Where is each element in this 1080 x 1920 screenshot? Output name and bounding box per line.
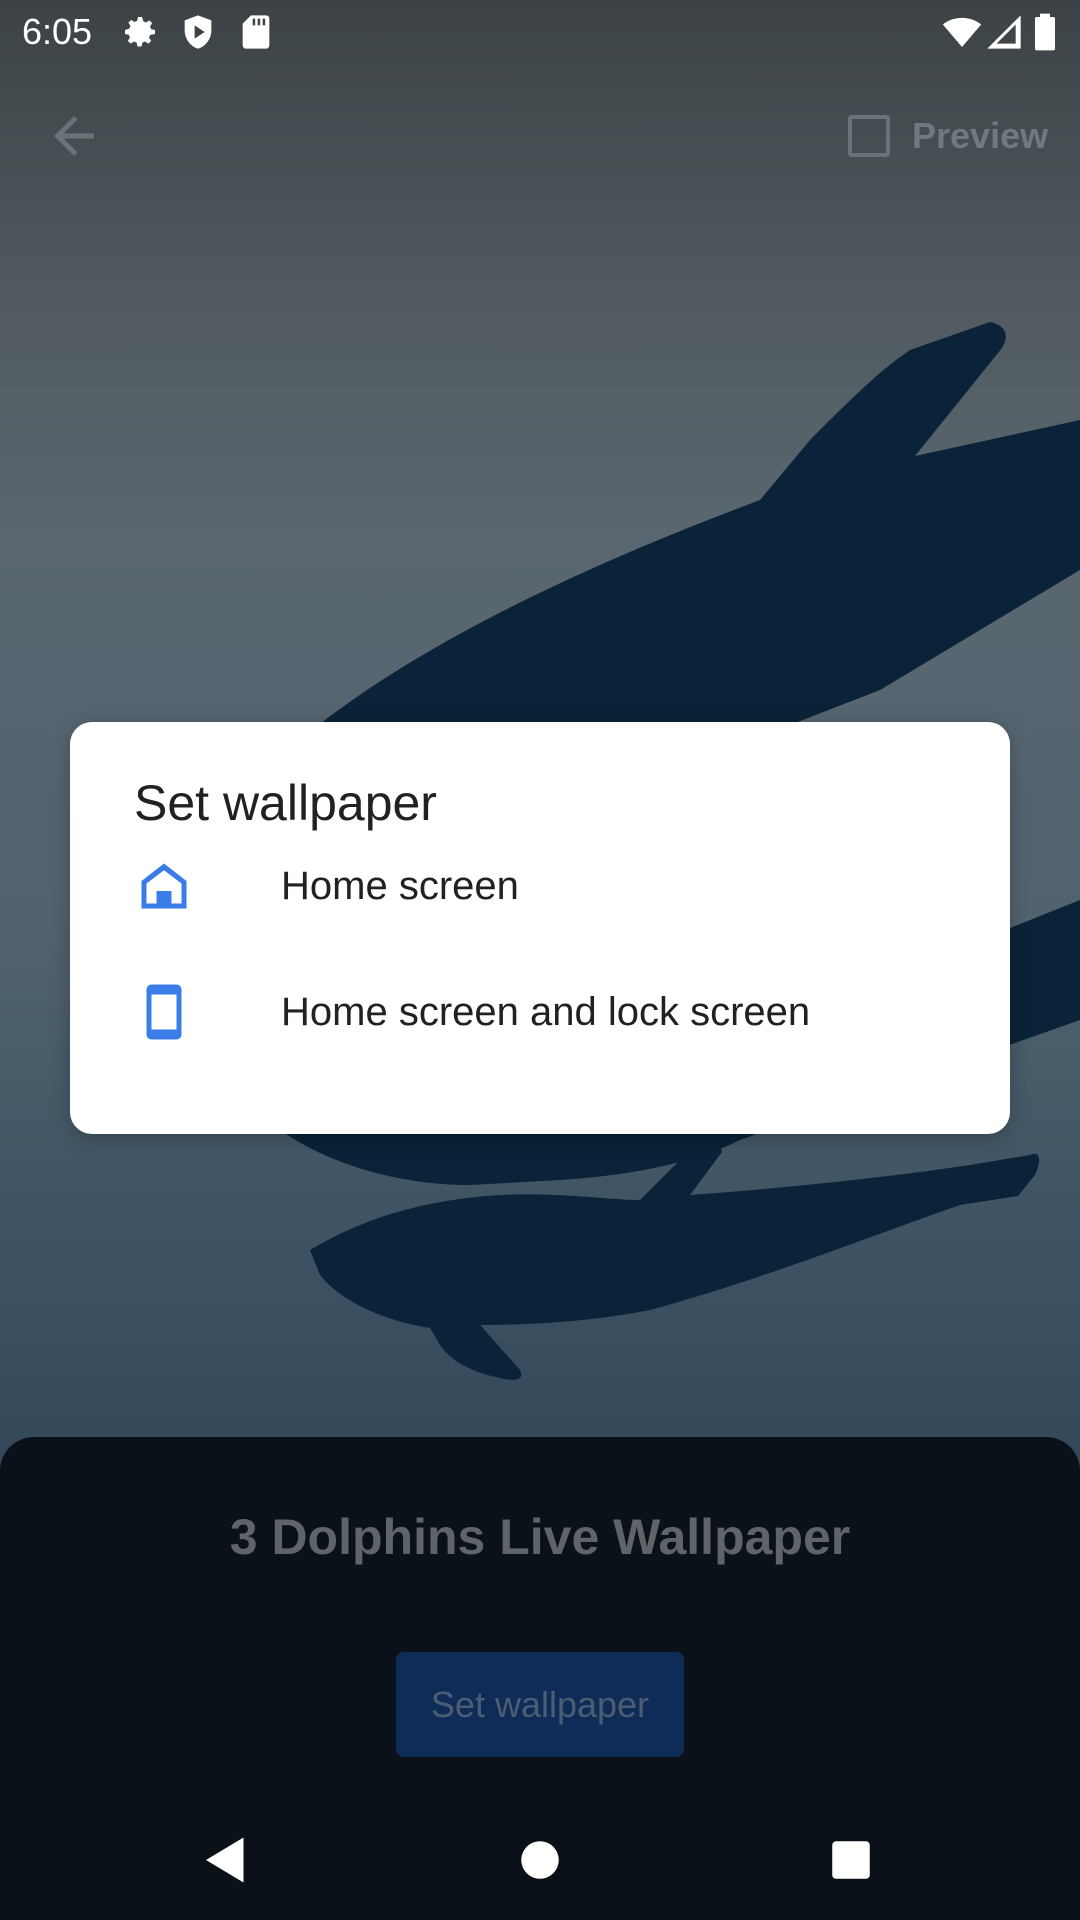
- back-triangle-icon: [206, 1837, 244, 1883]
- status-time: 6:05: [22, 11, 93, 52]
- back-button[interactable]: [44, 106, 104, 166]
- wallpaper-preview-screen: 6:05 Preview 3 Dolphins Live Wallpaper S…: [0, 0, 1080, 1920]
- preview-label: Preview: [912, 115, 1049, 156]
- status-bar: 6:05: [0, 0, 1080, 64]
- nav-home-button[interactable]: [510, 1830, 570, 1890]
- home-icon: [134, 856, 194, 916]
- wifi-icon: [942, 12, 982, 52]
- recents-square-icon: [832, 1841, 870, 1879]
- option-label: Home screen: [281, 864, 519, 908]
- home-circle-icon: [521, 1841, 559, 1879]
- wallpaper-name: 3 Dolphins Live Wallpaper: [229, 1509, 851, 1565]
- arrow-back-icon: [54, 116, 94, 156]
- battery-icon: [1030, 12, 1060, 52]
- option-label: Home screen and lock screen: [281, 990, 811, 1034]
- shield-icon: [178, 12, 218, 52]
- sd-card-icon: [236, 12, 276, 52]
- dolphin-top: [300, 322, 1080, 760]
- option-home-and-lock-screen[interactable]: Home screen and lock screen: [70, 952, 1010, 1072]
- option-home-screen[interactable]: Home screen: [70, 826, 1010, 946]
- set-wallpaper-dialog: Set wallpaper Home screen Home screen an…: [70, 722, 1010, 1134]
- dolphin-artwork: [280, 322, 1080, 1380]
- nav-recents-button[interactable]: [821, 1830, 881, 1890]
- dialog-title: Set wallpaper: [134, 775, 437, 831]
- preview-toggle[interactable]: Preview: [848, 108, 1048, 164]
- signal-icon: [984, 12, 1024, 52]
- set-wallpaper-button[interactable]: Set wallpaper: [396, 1652, 684, 1757]
- phone-icon: [134, 982, 194, 1042]
- preview-checkbox[interactable]: [848, 115, 890, 157]
- gear-icon: [120, 12, 160, 52]
- nav-back-button[interactable]: [196, 1830, 256, 1890]
